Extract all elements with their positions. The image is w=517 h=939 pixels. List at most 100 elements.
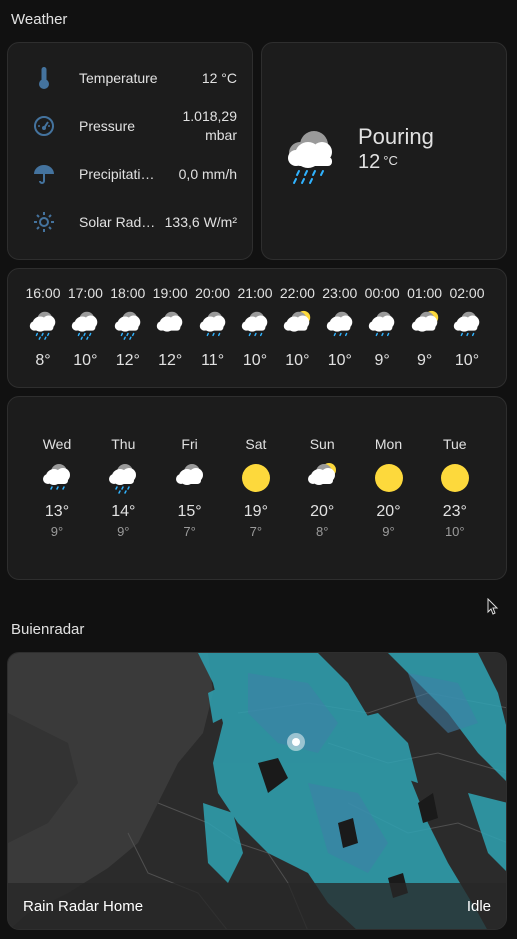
rainy-icon	[39, 460, 75, 501]
daily-day: Sat	[245, 436, 267, 452]
current-condition: Pouring	[358, 124, 434, 149]
daily-high-temperature: 19°	[243, 503, 268, 520]
sensor-row-pressure[interactable]: Pressure 1.018,29 mbar	[8, 106, 252, 146]
hourly-item[interactable]: 21:00 10°	[233, 269, 277, 387]
radar-name: Rain Radar Home	[23, 898, 144, 915]
daily-item[interactable]: Mon 20° 9°	[367, 397, 411, 579]
pouring-icon	[105, 460, 141, 501]
partly-cloudy-icon	[280, 308, 314, 347]
daily-low-temperature: 9°	[117, 524, 130, 539]
mouse-cursor	[487, 598, 499, 615]
hourly-temperature: 9°	[374, 352, 390, 369]
hourly-time: 02:00	[449, 285, 485, 301]
hourly-item[interactable]: 00:00 9°	[360, 269, 404, 387]
daily-day: Thu	[111, 436, 136, 452]
rainy-icon	[323, 308, 357, 347]
current-weather-card[interactable]: Pouring 12 °C	[261, 42, 507, 260]
hourly-item[interactable]: 02:00 10°	[445, 269, 489, 387]
daily-high-temperature: 23°	[442, 503, 467, 520]
sensor-value: 0,0 mm/h	[178, 165, 237, 182]
sun-outline-icon	[32, 210, 56, 234]
sensor-row-precipitation[interactable]: Precipitatio… 0,0 mm/h	[8, 154, 252, 194]
gauge-icon	[32, 114, 56, 138]
sensor-card: Temperature 12 °C Pressure 1.018,29 mbar…	[7, 42, 253, 260]
radar-section-title: Buienradar	[11, 621, 85, 638]
hourly-time: 22:00	[279, 285, 315, 301]
pouring-icon	[111, 308, 145, 347]
daily-low-temperature: 10°	[444, 524, 465, 539]
sensor-value: 1.018,29 mbar	[183, 107, 238, 145]
pouring-icon	[26, 308, 60, 347]
hourly-temperature: 10°	[242, 352, 268, 369]
daily-low-temperature: 7°	[249, 524, 263, 539]
hourly-item[interactable]: 18:00 12°	[106, 269, 150, 387]
hourly-temperature: 8°	[35, 352, 51, 369]
sunny-icon	[238, 460, 274, 501]
cloudy-icon	[153, 308, 187, 347]
hourly-item[interactable]: 01:00 9°	[403, 269, 447, 387]
daily-item[interactable]: Fri 15° 7°	[168, 397, 212, 579]
sensor-value: 12 °C	[201, 69, 237, 86]
sunny-icon	[371, 460, 407, 501]
daily-forecast-card: Wed 13° 9° Thu 14° 9° Fri 15° 7° Sat 19° 7° Sun 20° 8°…	[7, 396, 507, 580]
daily-item[interactable]: Wed 13° 9°	[35, 397, 79, 579]
daily-item[interactable]: Sat 19° 7°	[234, 397, 278, 579]
hourly-item[interactable]: 20:00 11°	[191, 269, 235, 387]
daily-day: Sun	[309, 436, 335, 452]
daily-high-temperature: 20°	[310, 503, 335, 520]
pressure-value: 1.018,29	[182, 108, 238, 124]
hourly-time: 17:00	[67, 285, 103, 301]
partly-cloudy-icon	[304, 460, 340, 501]
daily-day: Fri	[181, 436, 198, 452]
daily-high-temperature: 14°	[111, 503, 136, 520]
sunny-icon	[437, 460, 473, 501]
sensor-row-solar-radiation[interactable]: Solar Radi… 133,6 W/m²	[8, 202, 252, 242]
rain-radar-card[interactable]: Rain Radar Home Idle	[7, 652, 507, 930]
hourly-time: 01:00	[407, 285, 443, 301]
daily-item[interactable]: Tue 23° 10°	[433, 397, 477, 579]
partly-cloudy-icon	[408, 308, 442, 347]
pressure-unit: mbar	[205, 127, 237, 143]
hourly-item[interactable]: 17:00 10°	[63, 269, 107, 387]
rainy-icon	[196, 308, 230, 347]
sensor-value: 133,6 W/m²	[164, 213, 237, 230]
daily-high-temperature: 13°	[44, 503, 70, 520]
daily-low-temperature: 9°	[382, 524, 395, 539]
sensor-label: Precipitatio…	[79, 166, 160, 182]
sensor-label: Pressure	[79, 118, 136, 134]
daily-day: Tue	[442, 436, 467, 452]
daily-high-temperature: 15°	[177, 503, 202, 520]
hourly-time: 16:00	[25, 285, 61, 301]
cloudy-icon	[172, 460, 208, 501]
daily-item[interactable]: Sun 20° 8°	[300, 397, 344, 579]
hourly-time: 19:00	[152, 285, 188, 301]
current-temperature-unit: °C	[383, 153, 398, 168]
hourly-time: 00:00	[364, 285, 400, 301]
hourly-temperature: 10°	[73, 352, 98, 369]
daily-item[interactable]: Thu 14° 9°	[101, 397, 145, 579]
hourly-time: 21:00	[237, 285, 273, 301]
hourly-item[interactable]: 22:00 10°	[275, 269, 319, 387]
hourly-item[interactable]: 23:00 10°	[318, 269, 362, 387]
sensor-label: Solar Radi…	[79, 214, 157, 230]
radar-footer: Rain Radar Home Idle	[8, 883, 506, 929]
hourly-time: 18:00	[110, 285, 146, 301]
hourly-item[interactable]: 19:00 12°	[148, 269, 192, 387]
daily-high-temperature: 20°	[376, 503, 401, 520]
umbrella-icon	[32, 162, 56, 186]
daily-low-temperature: 9°	[50, 524, 64, 539]
hourly-temperature: 12°	[115, 352, 140, 369]
hourly-temperature: 10°	[285, 352, 310, 369]
rainy-icon	[238, 308, 272, 347]
thermometer-icon	[32, 66, 56, 90]
hourly-item[interactable]: 16:00 8°	[21, 269, 65, 387]
current-temperature-value: 12	[358, 151, 381, 173]
daily-day: Wed	[42, 436, 72, 452]
pouring-icon	[68, 308, 102, 347]
hourly-temperature: 12°	[158, 352, 183, 369]
hourly-temperature: 9°	[416, 352, 433, 369]
daily-low-temperature: 7°	[183, 524, 196, 539]
sensor-row-temperature[interactable]: Temperature 12 °C	[8, 58, 252, 98]
sensor-label: Temperature	[79, 70, 158, 86]
pouring-icon	[282, 125, 338, 190]
